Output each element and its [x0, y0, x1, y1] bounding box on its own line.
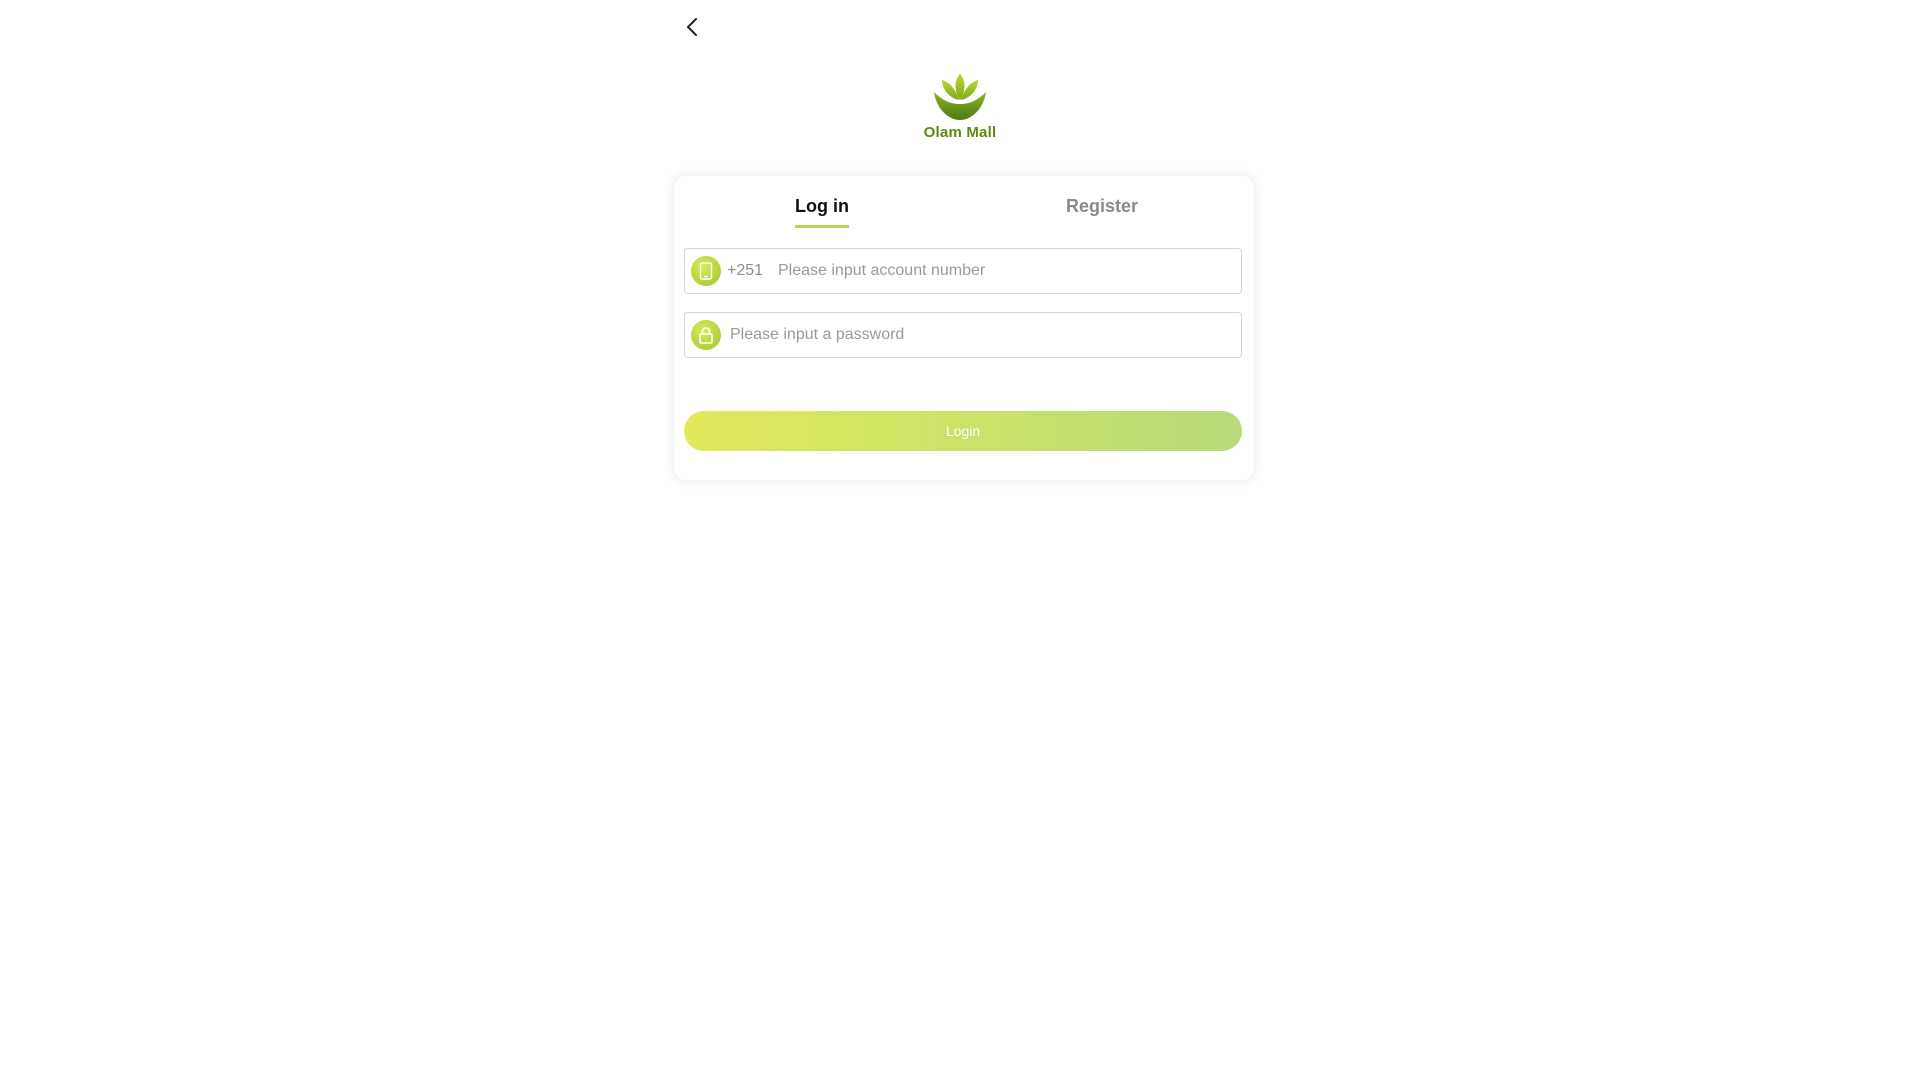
login-card: Log in Register +251 Login [674, 176, 1254, 480]
leaf-logo-icon [934, 74, 986, 120]
lock-icon [699, 327, 713, 344]
auth-tabs: Log in Register [674, 196, 1254, 236]
account-number-input[interactable] [778, 249, 1241, 293]
login-button[interactable]: Login [684, 411, 1242, 451]
phone-icon [699, 262, 713, 280]
account-number-field: +251 [684, 248, 1242, 294]
brand-name: Olam Mall [923, 124, 997, 141]
password-field [684, 312, 1242, 358]
phone-icon-badge [691, 256, 721, 286]
back-button[interactable] [678, 12, 708, 42]
tab-login[interactable]: Log in [795, 196, 849, 228]
brand-logo: Olam Mall [905, 66, 1015, 150]
password-input[interactable] [730, 313, 1241, 357]
tab-register[interactable]: Register [1066, 196, 1138, 225]
login-page: Olam Mall Log in Register +251 Please in… [0, 0, 1920, 1080]
chevron-left-icon [687, 18, 697, 36]
lock-icon-badge [691, 320, 721, 350]
country-code-prefix[interactable]: +251 [727, 262, 772, 280]
